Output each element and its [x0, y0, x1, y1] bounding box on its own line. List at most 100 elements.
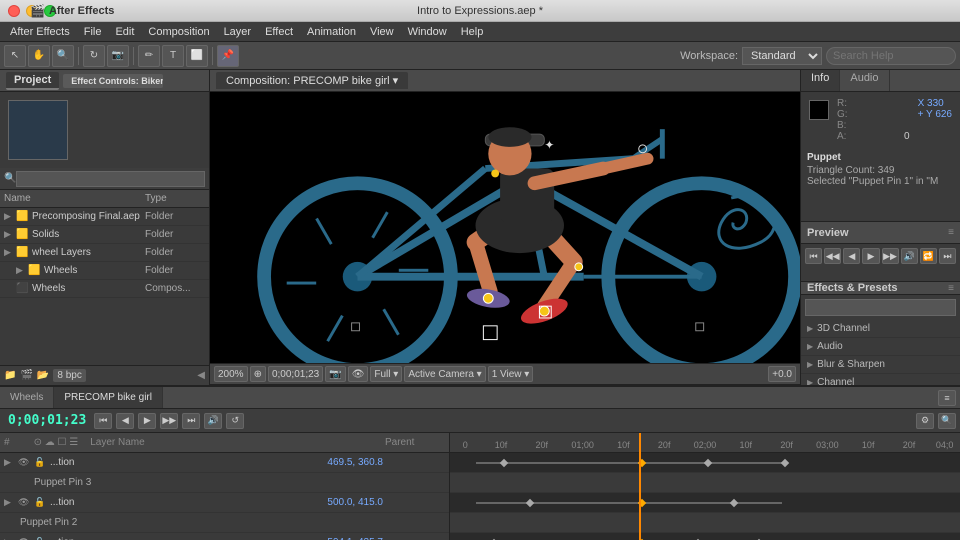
show-snapshot-btn[interactable]: 👁: [348, 366, 369, 382]
layer-item-2[interactable]: ▶ 👁 🔓 ...tion 500.0, 415.0: [0, 493, 449, 513]
layer-item-3[interactable]: ▶ 👁 🔓 ...tion 594.1, 435.7: [0, 533, 449, 540]
playhead-tracks[interactable]: [639, 433, 641, 540]
lock-icon[interactable]: 🔓: [34, 457, 48, 468]
lock-icon[interactable]: 🔓: [34, 497, 48, 508]
tab-audio[interactable]: Audio: [840, 70, 889, 91]
step-fwd-btn[interactable]: ▶▶: [160, 413, 178, 429]
arrow-icon: ▶: [807, 342, 813, 351]
preview-play-btn[interactable]: ▶: [862, 248, 879, 264]
file-item-wheels-folder[interactable]: ▶ 🟨 Wheels Folder: [0, 262, 209, 280]
puppet-tool-btn[interactable]: 📌: [217, 45, 239, 67]
audio-btn[interactable]: 🔊: [204, 413, 222, 429]
effect-blur-sharpen[interactable]: ▶ Blur & Sharpen: [801, 356, 960, 374]
preview-loop-btn[interactable]: 🔁: [920, 248, 937, 264]
menu-effect[interactable]: Effect: [259, 24, 299, 40]
close-button[interactable]: [8, 5, 20, 17]
preview-next-frame-btn[interactable]: ▶▶: [882, 248, 899, 264]
preview-skip-start-btn[interactable]: ⏮: [805, 248, 822, 264]
eye-icon[interactable]: 👁: [18, 497, 32, 508]
keyframe-1c[interactable]: [704, 459, 712, 467]
project-tab[interactable]: Project: [6, 72, 59, 90]
tl-tab-precomp[interactable]: PRECOMP bike girl: [54, 387, 163, 408]
keyframe-1a[interactable]: [500, 459, 508, 467]
preview-skip-end-btn[interactable]: ⏭: [939, 248, 956, 264]
layer-item-1[interactable]: ▶ 👁 🔓 ...tion 469.5, 360.8: [0, 453, 449, 473]
bpc-indicator: 8 bpc: [53, 369, 85, 382]
keyframe-2a[interactable]: [525, 499, 533, 507]
timeline-timecode[interactable]: 0;00;01;23: [4, 413, 90, 428]
camera-tool-btn[interactable]: 📷: [107, 45, 129, 67]
hand-tool-btn[interactable]: ✋: [28, 45, 50, 67]
snapshot-btn[interactable]: 📷: [325, 366, 345, 382]
comp-view[interactable]: ✦: [210, 92, 800, 363]
menu-composition[interactable]: Composition: [142, 24, 215, 40]
timeline-tracks[interactable]: 0 10f 20f 01;00 10f 20f 02;00 10f 20f 03…: [450, 433, 960, 540]
tl-tab-wheels[interactable]: Wheels: [0, 387, 54, 408]
timeline-settings-btn[interactable]: ≡: [938, 390, 956, 406]
tl-misc-btn1[interactable]: ⚙: [916, 413, 934, 429]
preview-audio-btn[interactable]: 🔊: [901, 248, 918, 264]
timecode-display[interactable]: 0;00;01;23: [268, 366, 323, 382]
file-item-wheels-comp[interactable]: ⬛ Wheels Compos...: [0, 280, 209, 298]
magnifier-btn[interactable]: ⊕: [250, 366, 266, 382]
step-back-btn[interactable]: ◀: [116, 413, 134, 429]
tl-misc-btn2[interactable]: 🔍: [938, 413, 956, 429]
file-item-precomposing[interactable]: ▶ 🟨 Precomposing Final.aep Folder: [0, 208, 209, 226]
eye-icon[interactable]: 👁: [18, 457, 32, 468]
timeline-tabs: Wheels PRECOMP bike girl ≡: [0, 387, 960, 409]
selection-tool-btn[interactable]: ↖: [4, 45, 26, 67]
file-item-wheel-layers[interactable]: ▶ 🟨 wheel Layers Folder: [0, 244, 209, 262]
loop-btn[interactable]: ↺: [226, 413, 244, 429]
effect-3d-channel[interactable]: ▶ 3D Channel: [801, 320, 960, 338]
search-help-input[interactable]: [826, 47, 956, 65]
arrow-left-btn[interactable]: ◀: [197, 370, 205, 381]
menu-layer[interactable]: Layer: [218, 24, 258, 40]
track-row-2: [450, 493, 960, 513]
keyframe-1d[interactable]: [780, 459, 788, 467]
menu-file[interactable]: File: [78, 24, 108, 40]
play-btn[interactable]: ▶: [138, 413, 156, 429]
zoom-control[interactable]: 200%: [214, 366, 248, 382]
expand-btn[interactable]: ▶: [4, 497, 16, 508]
effects-collapse-btn[interactable]: ≡: [948, 283, 954, 294]
keyframe-2c[interactable]: [729, 499, 737, 507]
menu-help[interactable]: Help: [455, 24, 490, 40]
view-count-select[interactable]: 1 View ▾: [488, 366, 534, 382]
go-end-btn[interactable]: ⏭: [182, 413, 200, 429]
menu-after-effects[interactable]: After Effects: [4, 24, 76, 40]
preview-prev-frame-btn[interactable]: ◀: [843, 248, 860, 264]
folder-btn[interactable]: 📁: [4, 370, 16, 381]
effect-channel[interactable]: ▶ Channel: [801, 374, 960, 385]
g-label: G:: [837, 109, 848, 120]
shape-tool-btn[interactable]: ⬜: [186, 45, 208, 67]
new-folder-btn[interactable]: 📂: [37, 370, 49, 381]
file-item-solids[interactable]: ▶ 🟨 Solids Folder: [0, 226, 209, 244]
new-comp-btn[interactable]: 🎬: [20, 370, 32, 381]
resolution-select[interactable]: Full ▾: [370, 366, 402, 382]
effects-search-input[interactable]: [805, 299, 956, 316]
rotate-tool-btn[interactable]: ↻: [83, 45, 105, 67]
effect-audio[interactable]: ▶ Audio: [801, 338, 960, 356]
effect-controls-tab[interactable]: Effect Controls: Biker Bor...: [63, 74, 163, 88]
preview-collapse-btn[interactable]: ≡: [948, 227, 954, 238]
go-start-btn[interactable]: ⏮: [94, 413, 112, 429]
info-details: Puppet Triangle Count: 349 Selected "Pup…: [801, 148, 960, 191]
menu-edit[interactable]: Edit: [109, 24, 140, 40]
text-tool-btn[interactable]: T: [162, 45, 184, 67]
tab-info[interactable]: Info: [801, 70, 840, 91]
view-select[interactable]: Active Camera ▾: [404, 366, 485, 382]
pen-tool-btn[interactable]: ✏: [138, 45, 160, 67]
zoom-tool-btn[interactable]: 🔍: [52, 45, 74, 67]
menu-window[interactable]: Window: [402, 24, 453, 40]
render-btn[interactable]: +0.0: [768, 366, 796, 382]
workspace-select[interactable]: Standard: [742, 47, 822, 65]
layer-item-pin2[interactable]: Puppet Pin 2: [0, 513, 449, 533]
expand-btn[interactable]: ▶: [4, 457, 16, 468]
comp-tab[interactable]: Composition: PRECOMP bike girl ▾: [216, 72, 408, 89]
project-search-input[interactable]: [16, 171, 205, 187]
preview-prev-btn[interactable]: ◀◀: [824, 248, 841, 264]
menu-animation[interactable]: Animation: [301, 24, 362, 40]
layer-item-pin3[interactable]: Puppet Pin 3: [0, 473, 449, 493]
menu-view[interactable]: View: [364, 24, 400, 40]
layer-name-2: ...tion: [50, 497, 321, 508]
